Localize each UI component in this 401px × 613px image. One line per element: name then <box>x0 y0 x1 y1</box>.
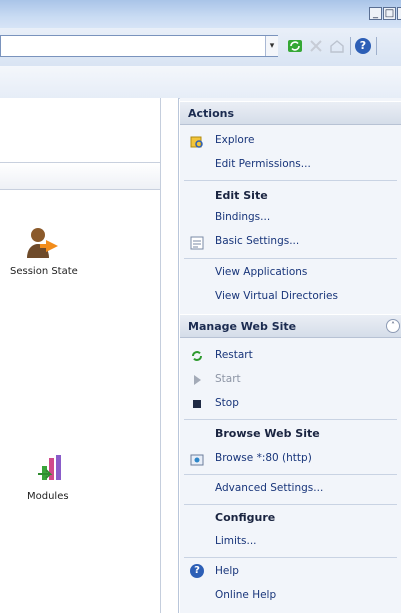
configure-heading: Configure <box>215 511 276 524</box>
menu-strip <box>0 66 401 99</box>
view-virtual-directories-link[interactable]: View Virtual Directories <box>215 290 338 302</box>
browse-icon <box>190 452 204 471</box>
help-icon[interactable]: ? <box>355 38 371 54</box>
basic-settings-link[interactable]: Basic Settings... <box>215 235 299 247</box>
separator <box>184 258 397 259</box>
explore-icon <box>190 134 204 153</box>
stop-link[interactable]: Stop <box>215 397 239 409</box>
toolbar-separator <box>350 37 351 55</box>
address-bar[interactable] <box>0 35 278 57</box>
browse-web-site-heading: Browse Web Site <box>215 427 320 440</box>
home-icon[interactable] <box>329 38 345 54</box>
actions-pane <box>180 98 401 613</box>
feature-label-session-state[interactable]: Session State <box>10 266 90 277</box>
edit-site-heading: Edit Site <box>215 189 268 202</box>
online-help-link[interactable]: Online Help <box>215 589 276 601</box>
separator <box>184 557 397 558</box>
browse-link[interactable]: Browse *:80 (http) <box>215 452 312 464</box>
minimize-button[interactable]: _ <box>369 7 382 20</box>
pane-divider <box>160 98 161 613</box>
separator <box>184 504 397 505</box>
help-link[interactable]: Help <box>215 565 239 577</box>
edit-permissions-link[interactable]: Edit Permissions... <box>215 158 311 170</box>
feature-group-header[interactable] <box>0 162 160 190</box>
toolbar-separator <box>376 37 377 55</box>
separator <box>184 474 397 475</box>
view-applications-link[interactable]: View Applications <box>215 266 307 278</box>
basic-settings-icon <box>190 235 204 254</box>
session-state-icon[interactable] <box>22 226 70 262</box>
separator <box>184 180 397 181</box>
limits-link[interactable]: Limits... <box>215 535 257 547</box>
bindings-link[interactable]: Bindings... <box>215 211 270 223</box>
collapse-button[interactable]: ˄ <box>386 319 400 333</box>
separator <box>184 419 397 420</box>
advanced-settings-link[interactable]: Advanced Settings... <box>215 482 323 494</box>
help-icon: ? <box>190 564 204 578</box>
manage-web-site-header: Manage Web Site <box>180 314 401 338</box>
restart-link[interactable]: Restart <box>215 349 253 361</box>
stop-icon[interactable] <box>308 38 324 54</box>
stop-icon <box>190 396 204 415</box>
modules-icon[interactable] <box>36 452 72 486</box>
start-link[interactable]: Start <box>215 373 241 385</box>
close-button[interactable] <box>397 7 401 20</box>
explore-link[interactable]: Explore <box>215 134 254 146</box>
window-title-bar <box>0 0 401 28</box>
restart-icon <box>190 348 204 367</box>
start-icon <box>190 372 204 391</box>
actions-header: Actions <box>180 101 401 125</box>
address-dropdown-button[interactable]: ▾ <box>265 36 278 56</box>
maximize-button[interactable]: □ <box>383 7 396 20</box>
refresh-icon[interactable] <box>287 38 303 54</box>
feature-label-modules[interactable]: Modules <box>27 491 87 502</box>
